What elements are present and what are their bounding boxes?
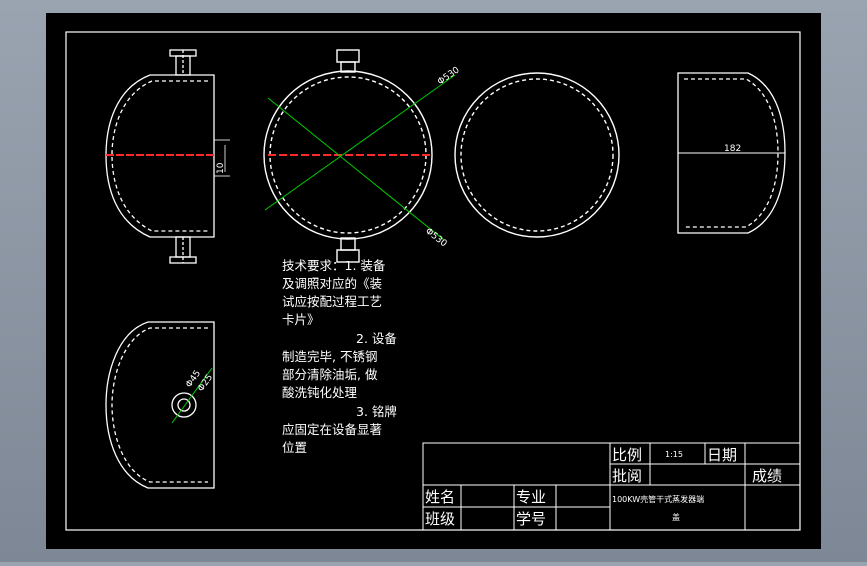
note-line: 及调照对应的《装 xyxy=(282,276,382,291)
note-line: 部分清除油垢, 做 xyxy=(282,367,378,382)
cad-viewport: 10 Φ530 Φ530 182 Φ45 Φ25 技术要求：1. 装备 及调照对… xyxy=(0,0,867,562)
class-label: 班级 xyxy=(425,510,455,528)
drawing-title-line2: 盖 xyxy=(672,512,680,522)
note-line: 2. 设备 xyxy=(356,331,397,346)
note-line: 卡片》 xyxy=(282,312,320,327)
student-no-label: 学号 xyxy=(516,510,546,528)
note-line: 技术要求：1. 装备 xyxy=(282,258,386,273)
major-label: 专业 xyxy=(516,488,546,506)
review-label: 批阅 xyxy=(612,467,642,485)
name-label: 姓名 xyxy=(425,488,455,506)
date-label: 日期 xyxy=(707,446,737,464)
scale-label: 比例 xyxy=(612,446,642,464)
dim-right-width: 182 xyxy=(724,144,741,154)
note-line: 酸洗钝化处理 xyxy=(282,385,358,400)
note-line: 3. 铭牌 xyxy=(356,404,397,419)
note-line: 试应按配过程工艺 xyxy=(282,294,382,309)
grade-label: 成绩 xyxy=(752,467,782,485)
note-line: 位置 xyxy=(282,440,307,455)
drawing-sheet xyxy=(46,13,821,549)
drawing-title-line1: 100KW壳管干式蒸发器端 xyxy=(612,494,704,504)
dim-left-height: 10 xyxy=(216,162,226,174)
scale-value: 1:15 xyxy=(665,450,683,459)
cad-drawing: 10 Φ530 Φ530 182 Φ45 Φ25 技术要求：1. 装备 及调照对… xyxy=(46,13,821,549)
note-line: 制造完毕, 不锈钢 xyxy=(282,349,377,364)
note-line: 应固定在设备显著 xyxy=(282,422,382,437)
